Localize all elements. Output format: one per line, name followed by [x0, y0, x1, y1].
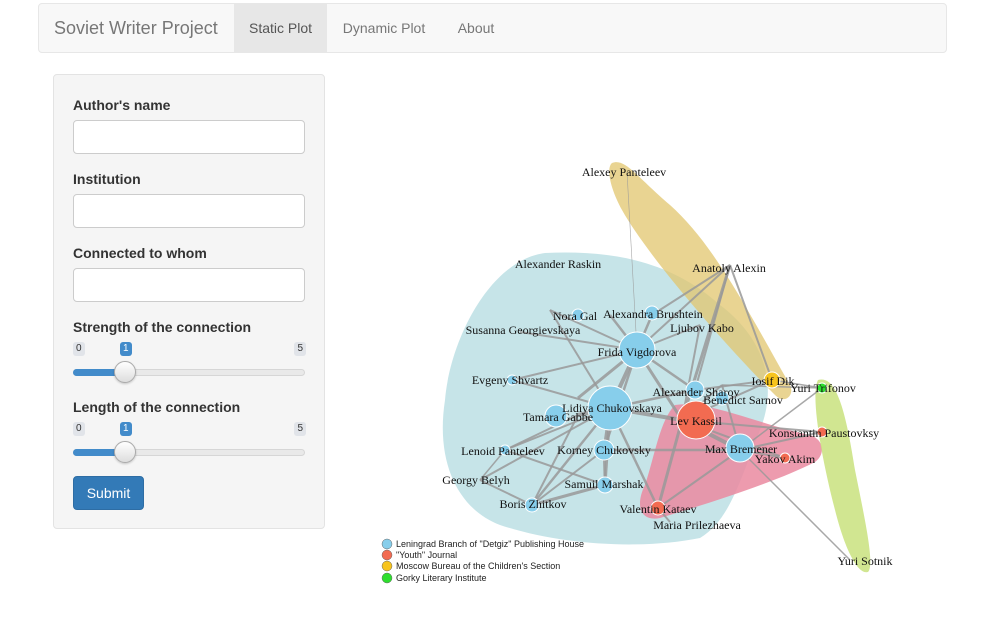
label-lenoid-panteleev: Lenoid Panteleev	[461, 444, 545, 458]
strength-slider[interactable]: 0 1 5	[73, 342, 306, 383]
label-yakov-akim: Yakov Akim	[755, 452, 816, 466]
navbar: Soviet Writer Project Static Plot Dynami…	[38, 3, 947, 53]
network-plot: Alexey Panteleev Alexander Raskin Anatol…	[381, 162, 893, 584]
navbar-brand[interactable]: Soviet Writer Project	[54, 4, 218, 52]
connected-to-input[interactable]	[73, 268, 305, 302]
tab-dynamic-plot[interactable]: Dynamic Plot	[328, 4, 440, 52]
label-korney-chukovsky: Korney Chukovsky	[557, 443, 651, 457]
institution-input[interactable]	[73, 194, 305, 228]
label-tamara-gabbe: Tamara Gabbe	[523, 410, 593, 424]
length-label: Length of the connection	[73, 399, 241, 415]
label-alexey-panteleev: Alexey Panteleev	[582, 165, 666, 179]
tab-about[interactable]: About	[441, 4, 511, 52]
label-maria-prilezhaeva: Maria Prilezhaeva	[653, 518, 741, 532]
label-susanna-georgievskaya: Susanna Georgievskaya	[466, 323, 581, 337]
label-samuil-marshak: Samuil Marshak	[565, 477, 644, 491]
legend-label-youth: "Youth" Journal	[396, 550, 457, 560]
legend-label-moscow: Moscow Bureau of the Children's Section	[396, 561, 560, 571]
gorky-group-hull	[815, 379, 871, 573]
length-value: 1	[120, 422, 132, 436]
plot-legend: Leningrad Branch of "Detgiz" Publishing …	[381, 538, 584, 584]
sidebar-panel: Author's name Institution Connected to w…	[53, 74, 325, 529]
strength-handle[interactable]	[114, 361, 136, 383]
length-handle[interactable]	[114, 441, 136, 463]
label-konstantin-paustovsky: Konstantin Paustovksy	[769, 426, 879, 440]
legend-swatch-gorky	[381, 572, 393, 584]
legend-label-gorky: Gorky Literary Institute	[396, 573, 487, 583]
label-nora-gal: Nora Gal	[553, 309, 598, 323]
strength-min: 0	[73, 342, 85, 356]
label-alexander-raskin: Alexander Raskin	[515, 257, 601, 271]
label-yuri-sotnik: Yuri Sotnik	[837, 554, 892, 568]
label-georgy-belyh: Georgy Belyh	[442, 473, 509, 487]
tab-static-plot[interactable]: Static Plot	[234, 4, 327, 52]
legend-swatch-leningrad	[381, 538, 393, 550]
author-name-label: Author's name	[73, 97, 171, 113]
length-min: 0	[73, 422, 85, 436]
connected-to-label: Connected to whom	[73, 245, 207, 261]
label-alexandra-brushtein: Alexandra Brushtein	[603, 307, 703, 321]
length-max: 5	[294, 422, 306, 436]
label-yuri-trifonov: Yuri Trifonov	[790, 381, 856, 395]
author-name-input[interactable]	[73, 120, 305, 154]
length-slider[interactable]: 0 1 5	[73, 422, 306, 463]
legend-swatch-youth	[381, 549, 393, 561]
label-lev-kassil: Lev Kassil	[670, 414, 722, 428]
strength-value: 1	[120, 342, 132, 356]
label-boris-zhitkov: Boris Zhitkov	[499, 497, 566, 511]
label-valentin-kataev: Valentin Kataev	[620, 502, 697, 516]
label-evgeny-shvartz: Evgeny Shvartz	[472, 373, 548, 387]
label-benedict-sarnov: Benedict Sarnov	[703, 393, 783, 407]
label-frida-vigdorova: Frida Vigdorova	[598, 345, 677, 359]
label-ljubov-kabo: Ljubov Kabo	[670, 321, 734, 335]
label-anatoly-alexin: Anatoly Alexin	[692, 261, 766, 275]
institution-label: Institution	[73, 171, 141, 187]
legend-label-leningrad: Leningrad Branch of "Detgiz" Publishing …	[396, 539, 584, 549]
legend-swatch-moscow	[381, 560, 393, 572]
strength-label: Strength of the connection	[73, 319, 252, 335]
label-iosif-dik: Iosif Dik	[752, 374, 795, 388]
strength-max: 5	[294, 342, 306, 356]
submit-button[interactable]: Submit	[73, 476, 144, 510]
